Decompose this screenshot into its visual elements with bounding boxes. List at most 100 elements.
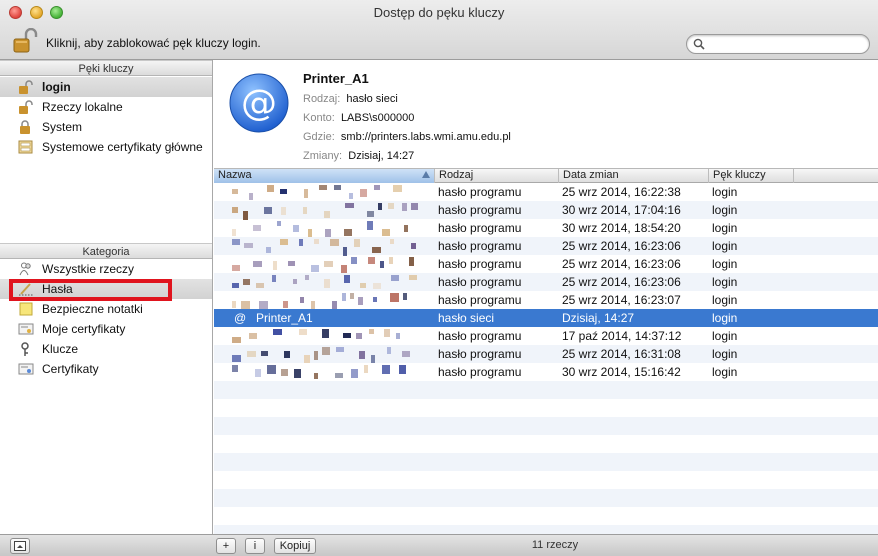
- keychain-item-root-certs[interactable]: Systemowe certyfikaty główne: [0, 137, 212, 157]
- table-header: Nazwa Rodzaj Data zmian Pęk kluczy: [214, 168, 878, 183]
- annotation-highlight-box: [9, 279, 172, 301]
- row-date: 25 wrz 2014, 16:23:06: [562, 275, 681, 289]
- category-item-label: Moje certyfikaty: [42, 322, 126, 336]
- info-button[interactable]: i: [245, 538, 265, 554]
- redacted-name-pixels: [232, 345, 432, 363]
- keychains-header: Pęki kluczy: [0, 60, 212, 76]
- table-row[interactable]: hasło programu 17 paź 2014, 14:37:12 login: [214, 327, 878, 345]
- redacted-name-pixels: [232, 327, 432, 345]
- column-header-date[interactable]: Data zmian: [559, 169, 709, 183]
- svg-text:@: @: [241, 83, 277, 124]
- table-row[interactable]: hasło programu 30 wrz 2014, 15:16:42 login: [214, 363, 878, 381]
- column-header-keychain[interactable]: Pęk kluczy: [709, 169, 794, 183]
- open-lock-icon[interactable]: [12, 28, 38, 54]
- redacted-name-pixels: [232, 183, 432, 201]
- category-item-label: Wszystkie rzeczy: [42, 262, 135, 276]
- redacted-name-pixels: [232, 237, 432, 256]
- empty-row: [214, 489, 878, 507]
- item-count: 11 rzeczy: [531, 539, 579, 551]
- keychain-item-login[interactable]: login: [0, 77, 212, 97]
- row-name: Printer_A1: [256, 311, 313, 325]
- row-keychain: login: [712, 275, 738, 289]
- empty-row: [214, 435, 878, 453]
- certificate-icon: [18, 363, 34, 375]
- certificate-icon: [18, 323, 34, 335]
- row-kind: hasło programu: [438, 203, 522, 217]
- window-title: Dostęp do pęku kluczy: [373, 5, 505, 20]
- empty-row: [214, 525, 878, 534]
- keychain-item-system[interactable]: System: [0, 117, 212, 137]
- category-item-secure-notes[interactable]: Bezpieczne notatki: [0, 299, 212, 319]
- items-table: Nazwa Rodzaj Data zmian Pęk kluczy hasło…: [214, 168, 878, 534]
- table-row[interactable]: hasło programu 25 wrz 2014, 16:22:38 login: [214, 183, 878, 201]
- open-lock-icon: [19, 80, 33, 94]
- table-row[interactable]: @ Printer_A1 hasło sieci Dzisiaj, 14:27 logi…: [214, 309, 878, 327]
- detail-row-kind: Rodzaj: hasło sieci: [303, 93, 398, 105]
- table-row[interactable]: hasło programu 25 wrz 2014, 16:23:06 login: [214, 273, 878, 291]
- row-date: 17 paź 2014, 14:37:12: [562, 329, 682, 343]
- certificate-cabinet-icon: [18, 140, 33, 154]
- table-row[interactable]: hasło programu 25 wrz 2014, 16:23:06 login: [214, 255, 878, 274]
- column-header-name[interactable]: Nazwa: [214, 169, 435, 183]
- empty-row: [214, 399, 878, 417]
- table-row[interactable]: hasło programu 30 wrz 2014, 17:04:16 login: [214, 201, 878, 220]
- row-keychain: login: [712, 203, 738, 217]
- row-kind: hasło programu: [438, 257, 522, 271]
- keychain-item-label: login: [42, 80, 71, 94]
- detail-row-where: Gdzie: smb://printers.labs.wmi.amu.edu.p…: [303, 131, 511, 143]
- row-keychain: login: [712, 293, 738, 307]
- category-header: Kategoria: [0, 243, 212, 259]
- keychain-item-label: Rzeczy lokalne: [42, 100, 123, 114]
- toggle-sidebar-button[interactable]: [10, 538, 30, 554]
- row-kind: hasło programu: [438, 293, 522, 307]
- redacted-name-pixels: [232, 363, 432, 381]
- table-row[interactable]: hasło programu 25 wrz 2014, 16:31:08 login: [214, 345, 878, 363]
- item-details: @ Printer_A1 Rodzaj: hasło sieci Konto: …: [214, 60, 878, 168]
- category-item-all[interactable]: Wszystkie rzeczy: [0, 259, 212, 279]
- row-date: 25 wrz 2014, 16:31:08: [562, 347, 681, 361]
- category-item-keys[interactable]: Klucze: [0, 339, 212, 359]
- redacted-name-pixels: [232, 201, 432, 220]
- column-header-kind[interactable]: Rodzaj: [435, 169, 559, 183]
- redacted-name-pixels: [232, 219, 432, 238]
- redacted-name-pixels: [232, 291, 432, 310]
- row-date: 30 wrz 2014, 17:04:16: [562, 203, 681, 217]
- category-item-label: Klucze: [42, 342, 79, 356]
- copy-button[interactable]: Kopiuj: [274, 538, 316, 554]
- row-keychain: login: [712, 239, 738, 253]
- row-date: 25 wrz 2014, 16:22:38: [562, 185, 681, 199]
- keychain-item-label: Systemowe certyfikaty główne: [42, 140, 203, 154]
- row-kind: hasło programu: [438, 329, 522, 343]
- bottom-toolbar: + i Kopiuj 11 rzeczy: [0, 534, 878, 556]
- row-date: 25 wrz 2014, 16:23:07: [562, 293, 681, 307]
- empty-row: [214, 453, 878, 471]
- at-sign-icon: @: [229, 73, 289, 133]
- row-kind: hasło programu: [438, 239, 522, 253]
- add-item-button[interactable]: +: [216, 538, 236, 554]
- lock-keychain-hint[interactable]: Kliknij, aby zablokować pęk kluczy login…: [46, 36, 261, 50]
- at-sign-icon: @: [234, 311, 247, 325]
- row-kind: hasło programu: [438, 275, 522, 289]
- note-icon: [19, 302, 33, 316]
- category-item-certificates[interactable]: Certyfikaty: [0, 359, 212, 379]
- row-date: Dzisiaj, 14:27: [562, 311, 635, 325]
- category-item-my-certificates[interactable]: Moje certyfikaty: [0, 319, 212, 339]
- keychain-item-local[interactable]: Rzeczy lokalne: [0, 97, 212, 117]
- redacted-name-pixels: [232, 273, 432, 291]
- item-title: Printer_A1: [303, 71, 369, 86]
- row-keychain: login: [712, 185, 738, 199]
- row-kind: hasło programu: [438, 185, 522, 199]
- row-kind: hasło programu: [438, 365, 522, 379]
- empty-row: [214, 507, 878, 525]
- sort-ascending-icon: [422, 171, 430, 178]
- redacted-name-pixels: [232, 255, 432, 274]
- search-field[interactable]: [686, 34, 870, 54]
- table-row[interactable]: hasło programu 30 wrz 2014, 18:54:20 login: [214, 219, 878, 238]
- detail-row-account: Konto: LABS\s000000: [303, 112, 415, 124]
- table-row[interactable]: hasło programu 25 wrz 2014, 16:23:07 login: [214, 291, 878, 310]
- row-keychain: login: [712, 257, 738, 271]
- people-icon: [19, 262, 31, 276]
- row-date: 30 wrz 2014, 15:16:42: [562, 365, 681, 379]
- table-row[interactable]: hasło programu 25 wrz 2014, 16:23:06 login: [214, 237, 878, 256]
- empty-row: [214, 471, 878, 489]
